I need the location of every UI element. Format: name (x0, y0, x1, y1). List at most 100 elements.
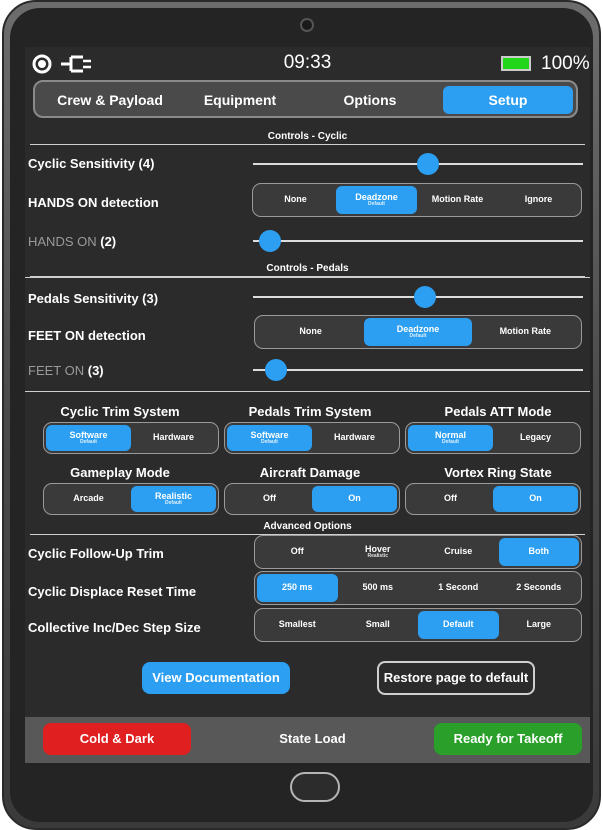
displace-reset-option[interactable]: 2 Seconds (499, 574, 580, 602)
gameplay-mode-selector[interactable]: Arcade Realistic Default (43, 483, 219, 515)
step-size-option[interactable]: Large (499, 611, 580, 639)
pedals-trim-selector[interactable]: Software Default Hardware (224, 422, 400, 454)
follow-up-trim-label: Cyclic Follow-Up Trim (28, 546, 164, 561)
gameplay-mode-title: Gameplay Mode (70, 465, 170, 480)
aircraft-damage-selector[interactable]: Off On (224, 483, 400, 515)
pedals-sensitivity-slider[interactable] (253, 286, 583, 308)
hands-on-detection-option[interactable]: Deadzone Default (336, 186, 417, 214)
hands-on-detection-option[interactable]: None (255, 186, 336, 214)
pedals-trim-option-sublabel: Default (261, 439, 278, 446)
displace-reset-option-label: 500 ms (362, 582, 394, 593)
displace-reset-option[interactable]: 250 ms (257, 574, 338, 602)
follow-up-trim-option-label: Off (290, 546, 304, 557)
vortex-ring-selector[interactable]: Off On (405, 483, 581, 515)
gameplay-mode-option[interactable]: Realistic Default (131, 486, 216, 512)
hands-on-detection-option[interactable]: Ignore (498, 186, 579, 214)
step-size-option-label: Smallest (278, 619, 316, 630)
displace-reset-option[interactable]: 1 Second (418, 574, 499, 602)
follow-up-trim-selector[interactable]: Off Hover Realistic Cruise Both (254, 535, 582, 569)
hands-on-detection-selector[interactable]: None Deadzone Default Motion Rate Ignore (252, 183, 582, 217)
vortex-ring-option-label: Off (444, 493, 457, 504)
pedals-trim-title: Pedals Trim System (248, 404, 372, 419)
cyclic-trim-selector[interactable]: Software Default Hardware (43, 422, 219, 454)
cold-dark-button[interactable]: Cold & Dark (43, 723, 191, 755)
cyclic-sensitivity-slider[interactable] (253, 153, 583, 175)
hands-on-detection-option-label: Ignore (524, 194, 553, 205)
gameplay-mode-option-sublabel: Default (165, 500, 182, 507)
feet-on-detection-selector[interactable]: None Deadzone Default Motion Rate (254, 315, 582, 349)
section-pedals: Controls - Pedals (30, 263, 585, 277)
footer-bar: Cold & Dark State Load Ready for Takeoff (25, 717, 590, 763)
cyclic-trim-option[interactable]: Software Default (46, 425, 131, 451)
pedals-trim-option[interactable]: Hardware (312, 425, 397, 451)
follow-up-trim-option[interactable]: Both (498, 538, 579, 566)
pedals-att-option[interactable]: Legacy (493, 425, 578, 451)
follow-up-trim-option-sublabel: Realistic (367, 553, 389, 560)
displace-reset-selector[interactable]: 250 ms 500 ms 1 Second 2 Seconds (254, 571, 582, 605)
follow-up-trim-option[interactable]: Cruise (418, 538, 499, 566)
status-bar: 09:33 100% (25, 47, 590, 81)
hands-on-detection-option-sublabel: Default (368, 201, 385, 208)
view-documentation-button[interactable]: View Documentation (142, 662, 290, 694)
ready-takeoff-button[interactable]: Ready for Takeoff (434, 723, 582, 755)
hands-on-text: HANDS ON (28, 234, 97, 249)
follow-up-trim-option-label: Cruise (444, 546, 473, 557)
cyclic-trim-option[interactable]: Hardware (131, 425, 216, 451)
follow-up-trim-option[interactable]: Hover Realistic (338, 538, 419, 566)
section-advanced-title: Advanced Options (263, 521, 352, 532)
state-load-label[interactable]: State Load (240, 723, 385, 755)
feet-on-detection-option[interactable]: None (257, 318, 364, 346)
step-size-option[interactable]: Smallest (257, 611, 338, 639)
vortex-ring-option[interactable]: On (493, 486, 578, 512)
battery-icon (501, 56, 531, 71)
vortex-ring-title: Vortex Ring State (444, 465, 552, 480)
vortex-ring-option[interactable]: Off (408, 486, 493, 512)
hands-on-detection-option[interactable]: Motion Rate (417, 186, 498, 214)
feet-on-detection-option[interactable]: Motion Rate (472, 318, 579, 346)
hands-on-detection-option-label: None (284, 194, 307, 205)
cyclic-trim-title: Cyclic Trim System (60, 404, 180, 419)
cyclic-trim-option-label: Hardware (152, 432, 195, 443)
feet-on-slider[interactable] (253, 359, 583, 381)
tab-crew-payload[interactable]: Crew & Payload (45, 86, 175, 114)
tab-setup[interactable]: Setup (443, 86, 573, 114)
divider (25, 391, 590, 392)
follow-up-trim-option[interactable]: Off (257, 538, 338, 566)
cyclic-trim-option-sublabel: Default (80, 439, 97, 446)
step-size-option-label: Large (526, 619, 551, 630)
pedals-att-selector[interactable]: Normal Default Legacy (405, 422, 581, 454)
tab-options[interactable]: Options (305, 86, 435, 114)
pedals-trim-option[interactable]: Software Default (227, 425, 312, 451)
cyclic-sensitivity-knob[interactable] (416, 153, 439, 175)
hands-on-knob[interactable] (258, 230, 281, 252)
aircraft-damage-option[interactable]: Off (227, 486, 312, 512)
aircraft-damage-option-label: Off (263, 493, 276, 504)
feet-on-detection-label: FEET ON detection (28, 328, 146, 343)
displace-reset-option[interactable]: 500 ms (338, 574, 419, 602)
aircraft-damage-option-label: On (348, 493, 361, 504)
gameplay-mode-option[interactable]: Arcade (46, 486, 131, 512)
battery-percent: 100% (541, 53, 590, 74)
aircraft-damage-option[interactable]: On (312, 486, 397, 512)
feet-on-detection-option[interactable]: Deadzone Default (364, 318, 472, 346)
restore-default-button[interactable]: Restore page to default (377, 661, 535, 695)
vortex-ring-option-label: On (529, 493, 542, 504)
step-size-option[interactable]: Small (338, 611, 419, 639)
step-size-selector[interactable]: Smallest Small Default Large (254, 608, 582, 642)
feet-on-knob[interactable] (265, 359, 288, 381)
feet-on-label: FEET ON (3) (28, 363, 104, 378)
tab-equipment[interactable]: Equipment (185, 86, 295, 114)
section-advanced: Advanced Options (30, 521, 585, 535)
displace-reset-label: Cyclic Displace Reset Time (28, 584, 197, 599)
step-size-option-label: Small (365, 619, 390, 630)
step-size-option[interactable]: Default (418, 611, 499, 639)
home-button[interactable] (290, 772, 340, 802)
feet-on-detection-option-sublabel: Default (409, 333, 427, 340)
pedals-att-option-label: Legacy (519, 432, 552, 443)
section-pedals-title: Controls - Pedals (266, 263, 349, 274)
step-size-option-label: Default (442, 619, 474, 630)
pedals-sensitivity-knob[interactable] (413, 286, 436, 308)
pedals-att-option[interactable]: Normal Default (408, 425, 493, 451)
hands-on-slider[interactable] (253, 230, 583, 252)
pedals-att-title: Pedals ATT Mode (444, 404, 552, 419)
